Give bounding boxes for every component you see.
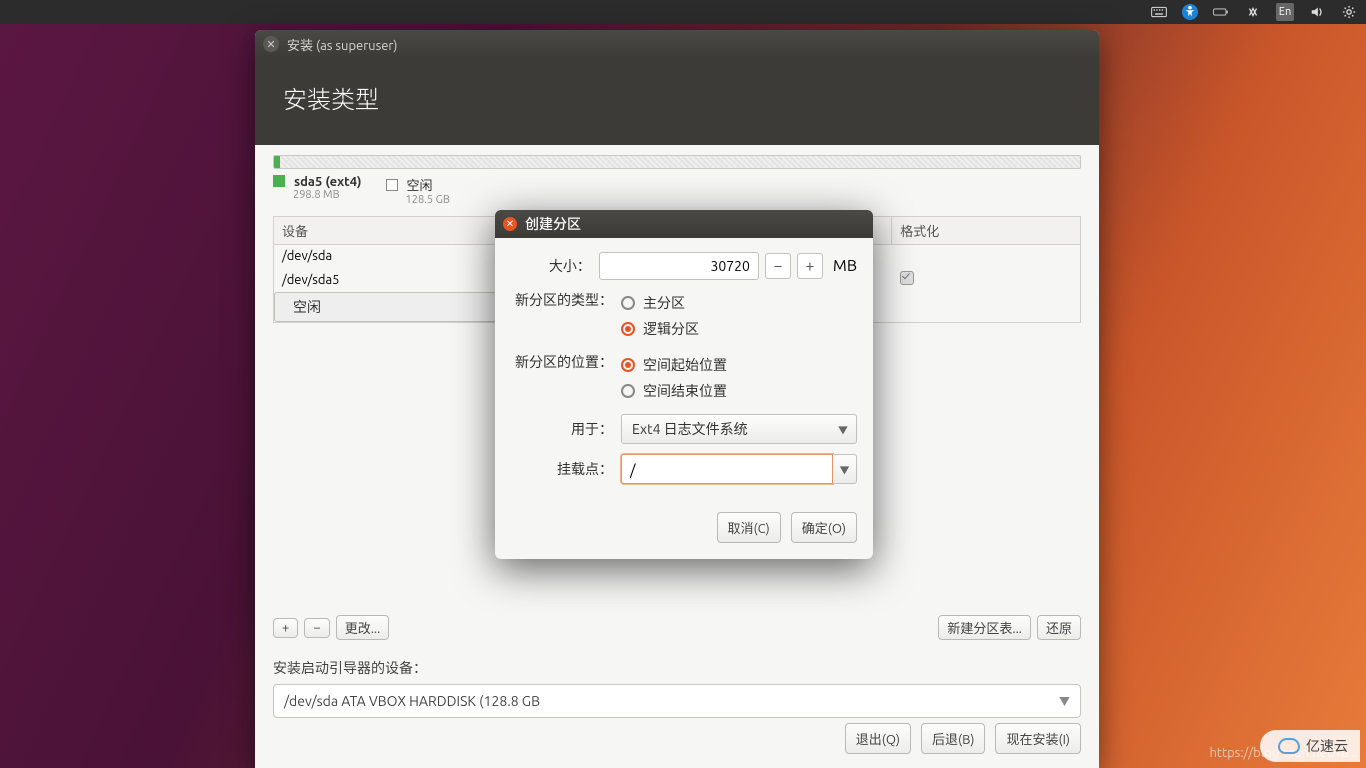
battery-icon[interactable] <box>1212 3 1230 21</box>
radio-logical[interactable]: 逻辑分区 <box>621 316 857 342</box>
revert-button[interactable]: 还原 <box>1037 615 1081 640</box>
bootloader-label: 安装启动引导器的设备： <box>273 658 1081 678</box>
input-method-indicator[interactable]: En <box>1276 3 1294 21</box>
legend-item-sda5: sda5 (ext4) 298.8 MB <box>273 175 362 206</box>
legend-sda5-label: sda5 (ext4) <box>294 175 362 189</box>
partition-type-label: 新分区的类型： <box>511 290 621 310</box>
brand-label: 亿速云 <box>1306 736 1348 756</box>
volume-icon[interactable] <box>1308 3 1326 21</box>
col-format[interactable]: 格式化 <box>892 217 1081 245</box>
cancel-button[interactable]: 取消(C) <box>717 512 781 543</box>
chevron-down-icon: ▼ <box>838 422 848 437</box>
radio-primary[interactable]: 主分区 <box>621 290 857 316</box>
size-decrement-button[interactable]: − <box>765 253 791 279</box>
page-title: 安装类型 <box>283 80 1071 115</box>
cloud-icon <box>1278 738 1300 754</box>
new-partition-table-button[interactable]: 新建分区表... <box>938 615 1031 640</box>
dialog-titlebar[interactable]: ✕ 创建分区 <box>495 210 873 238</box>
change-partition-button[interactable]: 更改... <box>336 615 390 640</box>
dialog-title: 创建分区 <box>525 214 581 234</box>
accessibility-icon[interactable] <box>1182 4 1198 20</box>
disk-usage-bar <box>273 155 1081 169</box>
bootloader-device-combo[interactable]: /dev/sda ATA VBOX HARDDISK (128.8 GB ▼ <box>273 684 1081 718</box>
radio-icon-selected <box>621 358 635 372</box>
size-unit: MB <box>833 257 857 275</box>
size-input[interactable] <box>599 252 759 280</box>
format-checkbox[interactable] <box>900 271 914 285</box>
radio-icon-selected <box>621 322 635 336</box>
install-now-button[interactable]: 现在安装(I) <box>995 723 1081 754</box>
radio-icon <box>621 384 635 398</box>
bootloader-value: /dev/sda ATA VBOX HARDDISK (128.8 GB <box>284 693 540 709</box>
keyboard-icon[interactable] <box>1150 3 1168 21</box>
network-icon[interactable] <box>1244 3 1262 21</box>
wizard-footer: 退出(Q) 后退(B) 现在安装(I) <box>845 723 1081 754</box>
brand-badge: 亿速云 <box>1260 730 1360 762</box>
partition-position-label: 新分区的位置： <box>511 352 621 372</box>
disk-free-segment <box>280 156 1080 168</box>
use-as-label: 用于： <box>511 419 621 439</box>
mount-point-dropdown-button[interactable]: ▼ <box>833 454 857 484</box>
window-title: 安装 (as superuser) <box>287 35 397 54</box>
swatch-green <box>273 175 285 187</box>
legend-sda5-size: 298.8 MB <box>293 189 362 201</box>
chevron-down-icon: ▼ <box>1059 693 1070 709</box>
remove-partition-button[interactable]: − <box>304 618 329 638</box>
back-button[interactable]: 后退(B) <box>921 723 985 754</box>
add-partition-button[interactable]: + <box>273 618 298 638</box>
window-titlebar[interactable]: ✕ 安装 (as superuser) <box>255 30 1099 58</box>
quit-button[interactable]: 退出(Q) <box>845 723 911 754</box>
create-partition-dialog: ✕ 创建分区 大小： − + MB 新分区的类型： 主分区 逻辑分区 新分区的位… <box>495 210 873 559</box>
mount-point-label: 挂载点： <box>511 459 621 479</box>
size-increment-button[interactable]: + <box>797 253 823 279</box>
partition-legend: sda5 (ext4) 298.8 MB 空闲 128.5 GB <box>273 175 1081 206</box>
installer-header: 安装类型 <box>255 58 1099 145</box>
swatch-empty <box>386 179 398 191</box>
legend-free-size: 128.5 GB <box>406 194 450 206</box>
legend-item-free: 空闲 128.5 GB <box>386 175 450 206</box>
dialog-close-button[interactable]: ✕ <box>503 217 517 231</box>
ok-button[interactable]: 确定(O) <box>791 512 857 543</box>
use-as-select[interactable]: Ext4 日志文件系统 ▼ <box>621 414 857 444</box>
gear-icon[interactable] <box>1340 3 1358 21</box>
partition-toolbar: + − 更改... 新建分区表... 还原 <box>273 615 1081 640</box>
legend-free-label: 空闲 <box>407 179 433 193</box>
size-label: 大小： <box>511 256 599 276</box>
mount-point-input[interactable] <box>621 454 833 484</box>
radio-icon <box>621 296 635 310</box>
radio-end[interactable]: 空间结束位置 <box>621 378 857 404</box>
system-top-bar: En <box>0 0 1366 24</box>
window-close-button[interactable]: ✕ <box>263 36 279 52</box>
radio-begin[interactable]: 空间起始位置 <box>621 352 857 378</box>
